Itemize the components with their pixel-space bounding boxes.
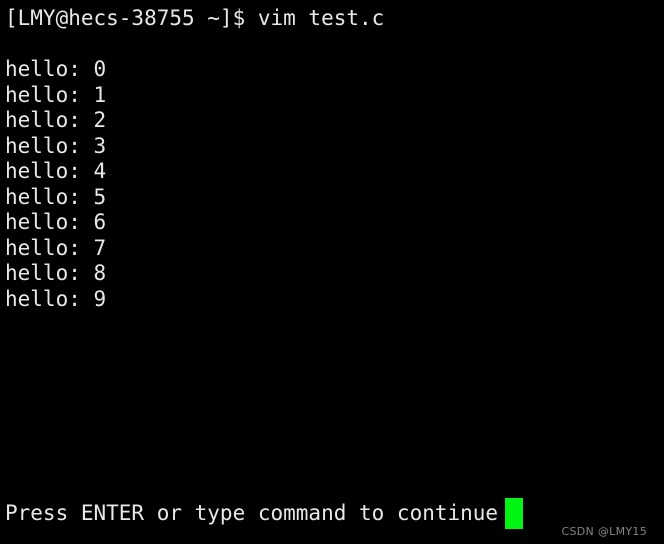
output-line: hello: 2 <box>5 108 107 132</box>
output-line: hello: 5 <box>5 184 107 209</box>
output-line: hello: 4 <box>5 159 107 183</box>
output-line: hello: 7 <box>5 235 107 260</box>
terminal-window[interactable]: [LMY@hecs-38755 ~]$ vim test.c hello: 0 … <box>0 0 664 544</box>
output-line: hello: 6 <box>5 210 107 234</box>
terminal-screen[interactable]: [LMY@hecs-38755 ~]$ vim test.c hello: 0 … <box>5 6 664 312</box>
continue-prompt-row[interactable]: Press ENTER or type command to continue <box>5 498 524 529</box>
output-line: hello: 9 <box>5 286 107 311</box>
shell-prompt-line: [LMY@hecs-38755 ~]$ vim test.c <box>5 6 385 30</box>
continue-prompt-message: Press ENTER or type command to continue <box>5 500 499 525</box>
block-cursor <box>505 498 524 529</box>
output-line: hello: 3 <box>5 133 107 158</box>
watermark-label: CSDN @LMY15 <box>561 525 647 538</box>
output-line: hello: 1 <box>5 82 107 107</box>
output-line: hello: 8 <box>5 261 107 285</box>
output-line: hello: 0 <box>5 57 107 81</box>
